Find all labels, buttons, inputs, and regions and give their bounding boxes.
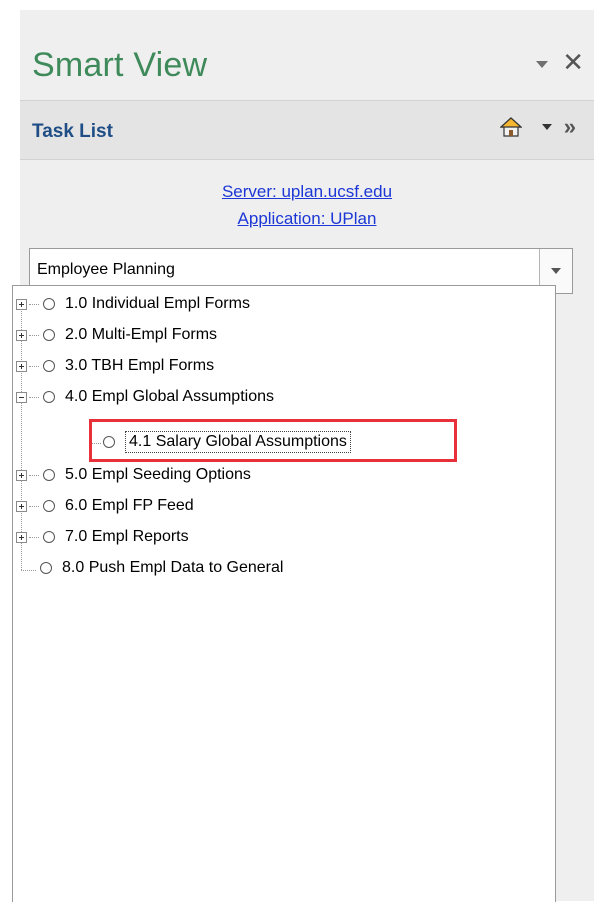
tasklist-controls: » — [499, 116, 576, 138]
expand-plus-icon[interactable] — [16, 500, 27, 512]
expand-plus-icon[interactable] — [16, 531, 27, 543]
radio-icon[interactable] — [40, 562, 52, 574]
panel-menu-dropdown-icon[interactable] — [536, 60, 549, 68]
tree-item-label: 3.0 TBH Empl Forms — [65, 357, 215, 374]
connection-info: Server: uplan.ucsf.edu Application: UPla… — [20, 178, 594, 232]
radio-icon[interactable] — [43, 469, 55, 481]
tree-item-label: 7.0 Empl Reports — [65, 528, 189, 545]
expand-plus-icon[interactable] — [16, 360, 27, 372]
chevron-double-right-icon[interactable]: » — [564, 116, 576, 138]
panel-title-controls: ✕ — [536, 49, 584, 75]
radio-icon[interactable] — [43, 298, 55, 310]
collapse-minus-icon[interactable] — [16, 391, 27, 403]
radio-icon[interactable] — [43, 500, 55, 512]
tree-item[interactable]: 4.0 Empl Global Assumptions — [16, 384, 274, 410]
radio-icon[interactable] — [43, 360, 55, 372]
tree-item-label: 8.0 Push Empl Data to General — [62, 559, 284, 576]
close-icon[interactable]: ✕ — [562, 49, 584, 75]
tree-item[interactable]: 3.0 TBH Empl Forms — [16, 353, 214, 379]
tree-item[interactable]: 8.0 Push Empl Data to General — [40, 555, 283, 581]
tree-item-label: 2.0 Multi-Empl Forms — [65, 326, 218, 343]
tree-connector — [21, 570, 36, 571]
tree-item-label: 5.0 Empl Seeding Options — [65, 466, 251, 483]
tasklist-label: Task List — [32, 121, 113, 142]
tasklist-header: Task List » — [20, 100, 594, 160]
tree-item-label: 4.0 Empl Global Assumptions — [65, 388, 274, 405]
highlight-box — [89, 419, 457, 462]
tree-item[interactable]: 1.0 Individual Empl Forms — [16, 291, 250, 317]
tree-item[interactable]: 7.0 Empl Reports — [16, 524, 189, 550]
expand-plus-icon[interactable] — [16, 298, 27, 310]
tasklist-dropdown-icon[interactable] — [541, 124, 552, 130]
tree-item[interactable]: 2.0 Multi-Empl Forms — [16, 322, 217, 348]
application-link[interactable]: Application: UPlan — [20, 205, 594, 232]
expand-plus-icon[interactable] — [16, 329, 27, 341]
server-link[interactable]: Server: uplan.ucsf.edu — [20, 178, 594, 205]
radio-icon[interactable] — [43, 329, 55, 341]
radio-icon[interactable] — [43, 531, 55, 543]
tree-item-label: 1.0 Individual Empl Forms — [65, 295, 250, 312]
tasklist-select-value: Employee Planning — [37, 261, 175, 278]
panel-title: Smart View — [32, 46, 208, 84]
task-tree: 1.0 Individual Empl Forms 2.0 Multi-Empl… — [12, 285, 556, 902]
tree-item[interactable]: 5.0 Empl Seeding Options — [16, 462, 251, 488]
tree-item-label: 6.0 Empl FP Feed — [65, 497, 194, 514]
radio-icon[interactable] — [43, 391, 55, 403]
expand-plus-icon[interactable] — [16, 469, 27, 481]
tree-item[interactable]: 6.0 Empl FP Feed — [16, 493, 194, 519]
home-icon[interactable] — [499, 117, 522, 137]
